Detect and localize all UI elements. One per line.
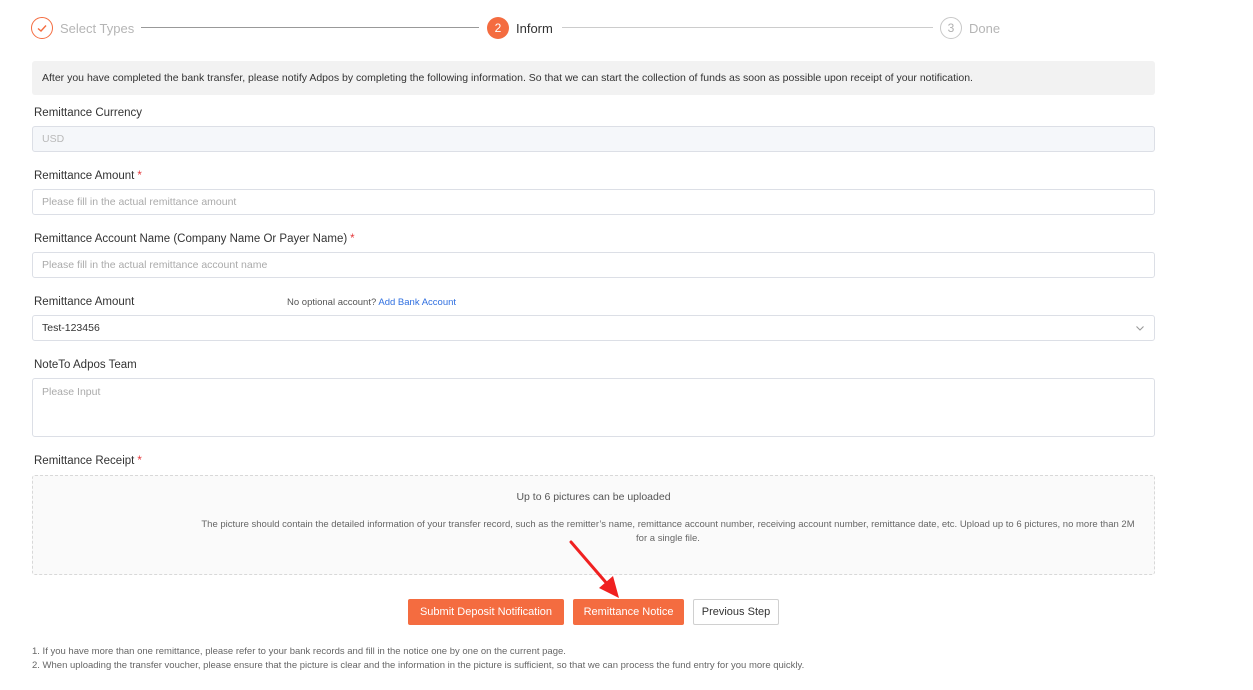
step-number: 3 bbox=[940, 17, 962, 39]
note-placeholder: Please Input bbox=[42, 386, 101, 398]
amount-label: Remittance Amount * bbox=[34, 170, 142, 182]
amount-placeholder: Please fill in the actual remittance amo… bbox=[42, 196, 237, 208]
info-banner: After you have completed the bank transf… bbox=[32, 61, 1155, 95]
footnotes: 1. If you have more than one remittance,… bbox=[32, 645, 804, 673]
step-label: Inform bbox=[516, 20, 553, 36]
currency-value: USD bbox=[42, 133, 65, 145]
submit-deposit-notification-button[interactable]: Submit Deposit Notification bbox=[408, 599, 564, 625]
note-label: NoteTo Adpos Team bbox=[34, 359, 137, 371]
annotation-arrow-icon bbox=[569, 540, 619, 598]
upload-title: Up to 6 pictures can be uploaded bbox=[516, 491, 671, 503]
footnote-item: 2. When uploading the transfer voucher, … bbox=[32, 660, 805, 671]
amount-input[interactable]: Please fill in the actual remittance amo… bbox=[32, 189, 1155, 215]
previous-step-button[interactable]: Previous Step bbox=[693, 599, 779, 625]
step-select-types: Select Types bbox=[31, 16, 134, 40]
step-number: 2 bbox=[487, 17, 509, 39]
upload-description: The picture should contain the detailed … bbox=[201, 519, 1135, 544]
step-label: Done bbox=[969, 20, 1001, 36]
remittance-notice-button[interactable]: Remittance Notice bbox=[573, 599, 684, 625]
account-name-placeholder: Please fill in the actual remittance acc… bbox=[42, 259, 268, 271]
currency-field: USD bbox=[32, 126, 1155, 152]
account-select-value: Test-123456 bbox=[42, 322, 100, 334]
account-select-label: Remittance Amount bbox=[34, 296, 135, 308]
step-label: Select Types bbox=[60, 20, 135, 36]
steps-indicator: Select Types 2 Inform 3 Done bbox=[31, 16, 1001, 40]
step-connector bbox=[141, 27, 479, 28]
account-name-input[interactable]: Please fill in the actual remittance acc… bbox=[32, 252, 1155, 278]
step-inform: 2 Inform bbox=[487, 16, 553, 40]
step-done: 3 Done bbox=[940, 16, 1000, 40]
check-icon bbox=[31, 17, 53, 39]
step-connector bbox=[562, 27, 933, 28]
chevron-down-icon bbox=[1136, 326, 1144, 331]
footnote-item: 1. If you have more than one remittance,… bbox=[32, 646, 566, 657]
currency-label: Remittance Currency bbox=[34, 107, 143, 119]
receipt-label: Remittance Receipt * bbox=[34, 455, 142, 467]
account-helper: No optional account? Add Bank Account bbox=[287, 297, 457, 308]
account-select[interactable]: Test-123456 bbox=[32, 315, 1155, 341]
account-name-label: Remittance Account Name (Company Name Or… bbox=[34, 233, 355, 245]
note-textarea[interactable]: Please Input bbox=[32, 378, 1155, 437]
add-bank-account-link[interactable]: Add Bank Account bbox=[378, 297, 456, 308]
